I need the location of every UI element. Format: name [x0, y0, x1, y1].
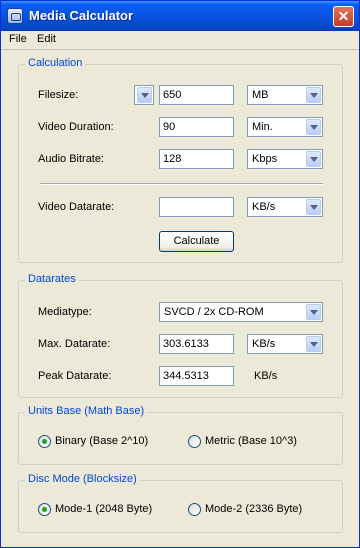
metric-radio[interactable]	[188, 435, 201, 448]
duration-label: Video Duration:	[38, 121, 114, 133]
menu-file[interactable]: File	[9, 33, 27, 45]
filesize-label: Filesize:	[38, 89, 79, 101]
units-base-group: Units Base (Math Base) Binary (Base 2^10…	[18, 405, 343, 465]
units-base-legend: Units Base (Math Base)	[25, 405, 148, 417]
mode2-radio[interactable]	[188, 503, 201, 516]
mode2-label[interactable]: Mode-2 (2336 Byte)	[205, 503, 302, 515]
calculation-group: Calculation Filesize: MB Video Duration:…	[18, 57, 343, 263]
mediatype-value: SVCD / 2x CD-ROM	[164, 306, 264, 318]
chevron-down-icon	[306, 336, 321, 352]
chevron-down-icon	[306, 199, 321, 215]
peak-unit-label: KB/s	[254, 370, 278, 382]
peak-datarate-label: Peak Datarate:	[38, 370, 112, 382]
chevron-down-icon	[306, 87, 321, 103]
mediatype-select[interactable]: SVCD / 2x CD-ROM	[159, 302, 323, 322]
chevron-down-icon	[306, 151, 321, 167]
window-title: Media Calculator	[29, 8, 134, 23]
menu-edit[interactable]: Edit	[37, 33, 56, 45]
duration-unit-value: Min.	[252, 121, 273, 133]
menu-bar: File Edit	[1, 31, 359, 50]
max-unit-value: KB/s	[252, 338, 276, 350]
duration-input[interactable]	[159, 117, 234, 137]
app-icon	[7, 8, 23, 24]
max-datarate-label: Max. Datarate:	[38, 338, 111, 350]
chevron-down-icon	[137, 87, 152, 103]
calculation-legend: Calculation	[25, 57, 86, 69]
video-datarate-unit-value: KB/s	[252, 201, 276, 213]
audio-bitrate-unit-select[interactable]: Kbps	[247, 149, 323, 169]
chevron-down-icon	[306, 304, 321, 320]
max-datarate-unit-select[interactable]: KB/s	[247, 334, 323, 354]
binary-radio[interactable]	[38, 435, 51, 448]
mediatype-label: Mediatype:	[38, 306, 92, 318]
filesize-preset-dropdown[interactable]	[134, 85, 154, 105]
video-datarate-input[interactable]	[159, 197, 234, 217]
audio-unit-value: Kbps	[252, 153, 278, 165]
binary-label[interactable]: Binary (Base 2^10)	[55, 435, 148, 447]
chevron-down-icon	[306, 119, 321, 135]
filesize-unit-value: MB	[252, 89, 269, 101]
video-datarate-label: Video Datarate:	[38, 201, 115, 213]
video-datarate-unit-select[interactable]: KB/s	[247, 197, 323, 217]
audio-bitrate-label: Audio Bitrate:	[38, 153, 105, 165]
datarates-legend: Datarates	[25, 273, 79, 285]
duration-unit-select[interactable]: Min.	[247, 117, 323, 137]
mode1-radio[interactable]	[38, 503, 51, 516]
filesize-input[interactable]	[159, 85, 234, 105]
close-button[interactable]: ✕	[333, 6, 354, 27]
separator	[40, 183, 323, 185]
title-bar[interactable]: Media Calculator ✕	[1, 1, 359, 31]
peak-datarate-input[interactable]	[159, 366, 234, 386]
disc-mode-legend: Disc Mode (Blocksize)	[25, 473, 140, 485]
app-window: Media Calculator ✕ File Edit Calculation…	[0, 0, 360, 548]
filesize-unit-select[interactable]: MB	[247, 85, 323, 105]
mode1-label[interactable]: Mode-1 (2048 Byte)	[55, 503, 152, 515]
metric-label[interactable]: Metric (Base 10^3)	[205, 435, 297, 447]
calculate-button[interactable]: Calculate	[159, 231, 234, 252]
audio-bitrate-input[interactable]	[159, 149, 234, 169]
disc-mode-group: Disc Mode (Blocksize) Mode-1 (2048 Byte)…	[18, 473, 343, 533]
datarates-group: Datarates Mediatype: SVCD / 2x CD-ROM Ma…	[18, 273, 343, 398]
max-datarate-input[interactable]	[159, 334, 234, 354]
